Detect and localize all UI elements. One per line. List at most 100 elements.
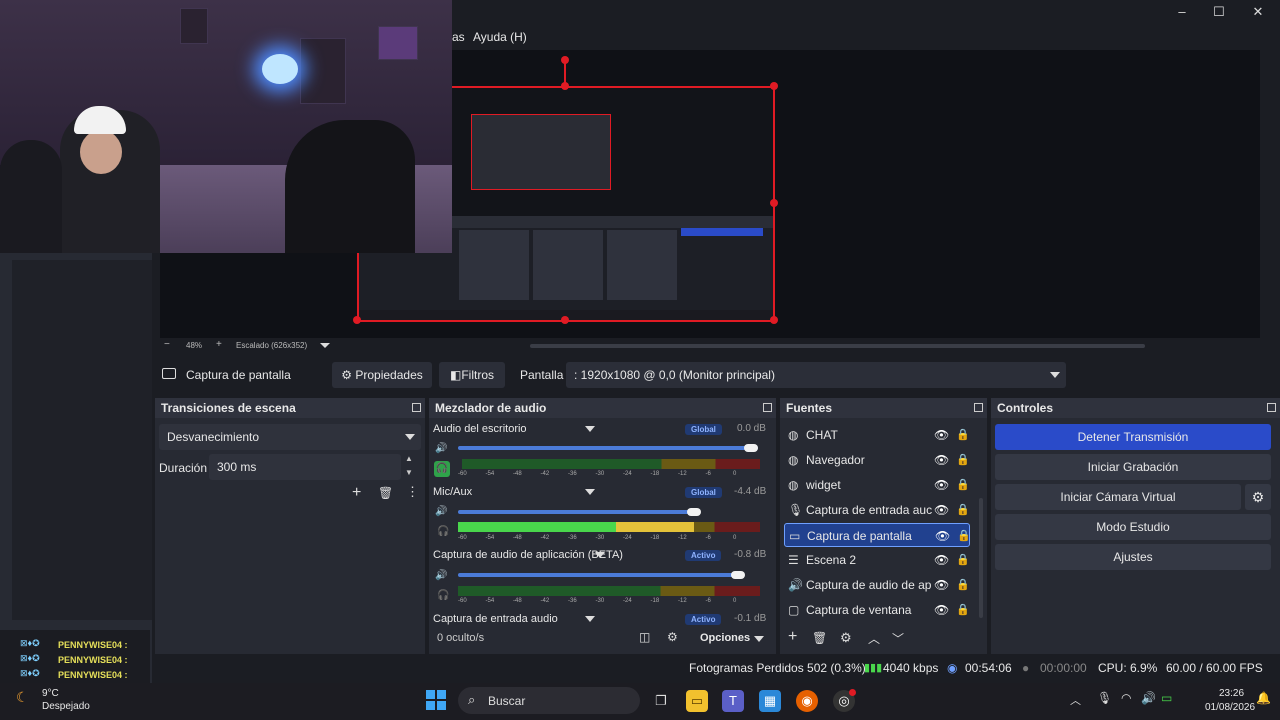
move-down-icon[interactable]: ﹀: [892, 630, 904, 647]
start-virtual-cam-button[interactable]: Iniciar Cámara Virtual: [995, 484, 1241, 510]
undock-icon[interactable]: [412, 403, 421, 412]
chevron-up-icon[interactable]: ︿: [1070, 692, 1081, 708]
display-select[interactable]: : 1920x1080 @ 0,0 (Monitor principal): [566, 362, 1066, 388]
transition-select[interactable]: Desvanecimiento: [159, 424, 421, 450]
volume-knob[interactable]: [687, 508, 701, 516]
properties-button[interactable]: ⚙ Propiedades: [332, 362, 432, 388]
maximize-button[interactable]: ☐: [1199, 4, 1239, 22]
source-item[interactable]: ▭ Captura de pantalla 👁 🔒: [784, 523, 971, 548]
firefox-icon[interactable]: ◉: [796, 690, 818, 712]
menu-item-help[interactable]: Ayuda (H): [473, 30, 527, 44]
source-item[interactable]: ◍ CHAT 👁 🔒: [784, 423, 970, 447]
clock-date[interactable]: 01/08/2026: [1205, 702, 1255, 713]
weather-temp[interactable]: 9°C: [42, 688, 59, 699]
resize-handle-t[interactable]: [561, 82, 569, 90]
clock-time[interactable]: 23:26: [1219, 688, 1244, 699]
headphones-off-icon[interactable]: 🎧: [437, 526, 449, 537]
file-explorer-icon[interactable]: ▭: [686, 690, 708, 712]
eye-icon[interactable]: 👁: [934, 498, 949, 522]
volume-slider[interactable]: [458, 510, 698, 514]
mixer-options-button[interactable]: Opciones: [700, 632, 750, 644]
more-icon[interactable]: ⋮: [406, 484, 419, 500]
eye-icon[interactable]: 👁: [934, 598, 949, 622]
lock-icon[interactable]: 🔒: [956, 448, 970, 472]
source-item[interactable]: ◍ widget 👁 🔒: [784, 473, 970, 497]
eye-icon[interactable]: 👁: [934, 573, 949, 597]
source-item[interactable]: 🔊 Captura de audio de ap 👁 🔒: [784, 573, 970, 597]
eye-icon[interactable]: 👁: [934, 448, 949, 472]
source-item[interactable]: 🎙 Captura de entrada auc 👁 🔒: [784, 498, 970, 522]
lock-icon[interactable]: 🔒: [956, 598, 970, 622]
windows-start-icon[interactable]: [426, 690, 446, 710]
chevron-down-icon[interactable]: [320, 343, 330, 348]
add-icon[interactable]: +: [352, 484, 361, 502]
chevron-down-icon[interactable]: [585, 489, 595, 495]
taskbar-search[interactable]: ⌕ Buscar: [458, 687, 640, 714]
weather-desc[interactable]: Despejado: [42, 701, 90, 712]
stepper-up-icon[interactable]: ▲: [405, 454, 413, 463]
virtual-cam-settings-icon[interactable]: ⚙: [1245, 484, 1271, 510]
eye-icon[interactable]: 👁: [934, 548, 949, 572]
speaker-icon[interactable]: 🔊: [435, 506, 447, 517]
speaker-icon[interactable]: 🔊: [435, 570, 447, 581]
teams-icon[interactable]: T: [722, 690, 744, 712]
settings-icon[interactable]: ⚙: [667, 630, 678, 644]
lock-icon[interactable]: 🔒: [956, 573, 970, 597]
volume-knob[interactable]: [731, 571, 745, 579]
start-recording-button[interactable]: Iniciar Grabación: [995, 454, 1271, 480]
studio-mode-button[interactable]: Modo Estudio: [995, 514, 1271, 540]
undock-icon[interactable]: [763, 403, 772, 412]
lock-icon[interactable]: 🔒: [956, 473, 970, 497]
lock-icon[interactable]: 🔒: [956, 423, 970, 447]
store-icon[interactable]: ▦: [759, 690, 781, 712]
chevron-down-icon[interactable]: [585, 426, 595, 432]
resize-handle-br[interactable]: [770, 316, 778, 324]
close-button[interactable]: ✕: [1238, 4, 1278, 22]
rotation-handle[interactable]: [561, 56, 569, 64]
gear-icon[interactable]: ⚙: [840, 630, 852, 646]
wifi-icon[interactable]: ◠: [1121, 691, 1131, 705]
settings-button[interactable]: Ajustes: [995, 544, 1271, 570]
layout-icon[interactable]: ◫: [639, 630, 650, 644]
eye-icon[interactable]: 👁: [934, 423, 949, 447]
resize-handle-b[interactable]: [561, 316, 569, 324]
chevron-down-icon[interactable]: [595, 552, 605, 558]
stepper-down-icon[interactable]: ▼: [405, 468, 413, 477]
lock-icon[interactable]: 🔒: [957, 524, 971, 548]
menu-item-tools[interactable]: as: [452, 30, 465, 44]
stop-stream-button[interactable]: Detener Transmisión: [995, 424, 1271, 450]
source-item[interactable]: ◍ Navegador 👁 🔒: [784, 448, 970, 472]
minimize-button[interactable]: –: [1162, 4, 1202, 22]
filters-button[interactable]: ◧Filtros: [439, 362, 505, 388]
horizontal-scrollbar[interactable]: [530, 344, 1145, 348]
volume-slider[interactable]: [458, 446, 758, 450]
trash-icon[interactable]: 🗑: [378, 486, 393, 500]
eye-icon[interactable]: 👁: [934, 473, 949, 497]
move-up-icon[interactable]: ︿: [868, 630, 880, 647]
mic-icon[interactable]: 🎙: [1097, 691, 1112, 705]
volume-knob[interactable]: [744, 444, 758, 452]
resize-handle-tr[interactable]: [770, 82, 778, 90]
headphones-icon[interactable]: 🎧: [434, 461, 450, 477]
resize-handle-r[interactable]: [770, 199, 778, 207]
sources-scrollbar[interactable]: [979, 498, 983, 618]
undock-icon[interactable]: [1267, 403, 1276, 412]
source-item[interactable]: ☰ Escena 2 👁 🔒: [784, 548, 970, 572]
lock-icon[interactable]: 🔒: [956, 498, 970, 522]
speaker-icon[interactable]: 🔊: [435, 443, 447, 454]
zoom-out-button[interactable]: −: [164, 339, 170, 350]
undock-icon[interactable]: [974, 403, 983, 412]
add-source-icon[interactable]: +: [788, 628, 797, 646]
eye-icon[interactable]: 👁: [935, 524, 950, 548]
volume-icon[interactable]: 🔊: [1141, 691, 1156, 705]
source-item[interactable]: ▢ Captura de ventana 👁 🔒: [784, 598, 970, 622]
volume-slider[interactable]: [458, 573, 744, 577]
notification-icon[interactable]: 🔔: [1256, 691, 1271, 705]
duration-input[interactable]: 300 ms: [209, 454, 401, 480]
zoom-in-button[interactable]: +: [216, 339, 222, 350]
battery-icon[interactable]: ▭: [1161, 691, 1172, 705]
trash-icon[interactable]: 🗑: [812, 631, 827, 645]
headphones-off-icon[interactable]: 🎧: [437, 590, 449, 601]
lock-icon[interactable]: 🔒: [956, 548, 970, 572]
task-view-icon[interactable]: ❐: [650, 690, 672, 712]
